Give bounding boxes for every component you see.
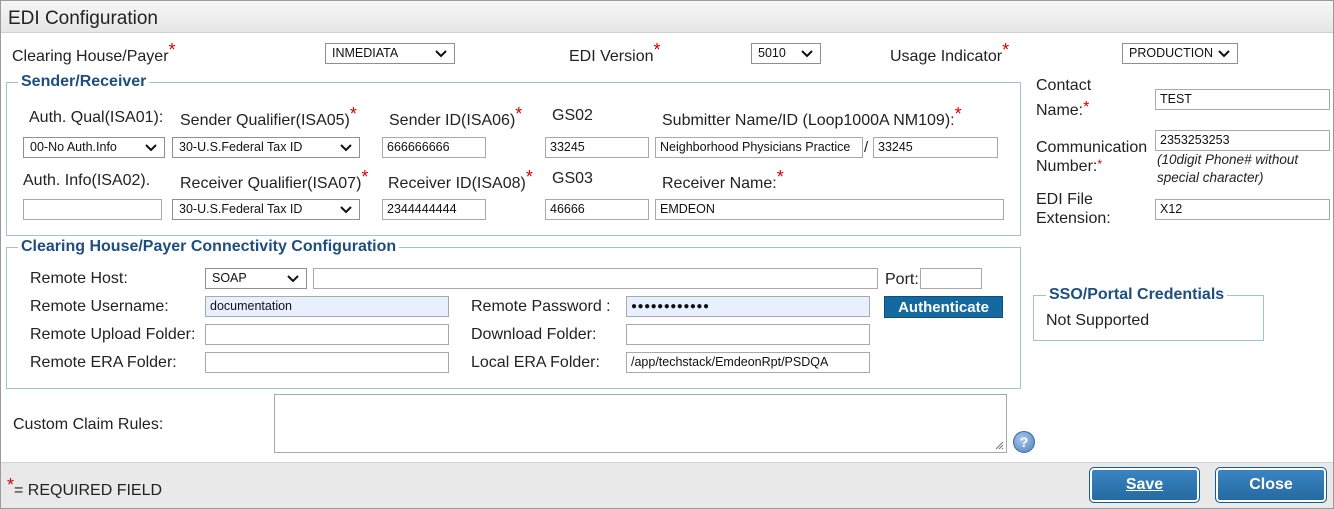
footer-bar: *= REQUIRED FIELD Save Close (1, 462, 1333, 508)
authenticate-button[interactable]: Authenticate (884, 296, 1003, 318)
edi-version-select[interactable]: 5010 (751, 43, 821, 64)
port-label: Port: (885, 271, 919, 288)
sender-id-label: Sender ID(ISA06)* (389, 104, 523, 129)
usage-indicator-label: Usage Indicator* (890, 40, 1010, 65)
remote-host-type-select[interactable]: SOAP (205, 268, 307, 289)
chevron-down-icon (145, 144, 157, 152)
required-field-note: *= REQUIRED FIELD (7, 475, 163, 499)
local-era-folder-input[interactable]: /app/techstack/EmdeonRpt/PSDQA (626, 352, 870, 373)
help-icon[interactable]: ? (1013, 431, 1035, 453)
chevron-down-icon (1218, 50, 1230, 58)
clearing-house-select[interactable]: INMEDIATA (325, 43, 455, 64)
remote-username-label: Remote Username: (30, 298, 169, 315)
contact-name-label-line2: Name:* (1036, 99, 1090, 119)
remote-host-input[interactable] (313, 268, 878, 289)
edi-version-label: EDI Version* (569, 40, 661, 65)
title-bar: EDI Configuration (1, 1, 1333, 33)
gs02-label: GS02 (552, 107, 593, 124)
chevron-down-icon (287, 275, 299, 283)
remote-username-input[interactable]: documentation (205, 296, 449, 317)
contact-name-label-line1: Contact (1036, 77, 1092, 94)
communication-number-input[interactable]: 2353253253 (1155, 130, 1330, 151)
sender-receiver-legend: Sender/Receiver (18, 73, 150, 91)
remote-era-folder-input[interactable] (205, 352, 449, 373)
auth-info-input[interactable] (23, 199, 162, 220)
remote-password-input[interactable]: ●●●●●●●●●●●● (626, 296, 870, 317)
auth-info-label: Auth. Info(ISA02). (23, 172, 151, 189)
sender-qualifier-select[interactable]: 30-U.S.Federal Tax ID (172, 137, 360, 158)
usage-indicator-select[interactable]: PRODUCTION (1122, 43, 1238, 64)
custom-claim-rules-label: Custom Claim Rules: (13, 416, 164, 433)
receiver-name-label: Receiver Name:* (662, 167, 784, 192)
custom-claim-rules-textarea[interactable] (274, 394, 1007, 453)
connectivity-legend: Clearing House/Payer Connectivity Config… (18, 238, 400, 256)
download-folder-input[interactable] (626, 324, 870, 345)
chevron-down-icon (801, 50, 813, 58)
chevron-down-icon (435, 50, 447, 58)
communication-hint-line2: special character) (1157, 170, 1264, 185)
receiver-name-input[interactable]: EMDEON (655, 199, 1004, 220)
auth-qual-select[interactable]: 00-No Auth.Info (23, 137, 165, 158)
local-era-folder-label: Local ERA Folder: (471, 354, 600, 371)
receiver-id-input[interactable]: 2344444444 (382, 199, 486, 220)
remote-upload-folder-input[interactable] (205, 324, 449, 345)
close-button[interactable]: Close (1215, 467, 1327, 503)
receiver-id-label: Receiver ID(ISA08)* (388, 167, 533, 192)
dialog-title: EDI Configuration (8, 8, 158, 29)
submitter-separator: / (864, 139, 869, 156)
submitter-label: Submitter Name/ID (Loop1000A NM109):* (662, 104, 962, 129)
edi-file-extension-input[interactable]: X12 (1155, 199, 1330, 220)
save-button[interactable]: Save (1089, 467, 1200, 503)
submitter-name-input[interactable]: Neighborhood Physicians Practice (655, 137, 863, 158)
gs02-input[interactable]: 33245 (545, 137, 649, 158)
remote-host-label: Remote Host: (30, 270, 128, 287)
port-input[interactable] (920, 268, 982, 289)
sso-legend: SSO/Portal Credentials (1046, 286, 1228, 304)
chevron-down-icon (340, 144, 352, 152)
chevron-down-icon (340, 206, 352, 214)
receiver-qualifier-label: Receiver Qualifier(ISA07)* (180, 167, 369, 192)
resize-grip-icon[interactable] (994, 440, 1004, 450)
communication-number-label-line1: Communication (1036, 139, 1148, 156)
auth-qual-label: Auth. Qual(ISA01): (29, 109, 164, 126)
remote-password-label: Remote Password : (471, 298, 611, 315)
gs03-input[interactable]: 46666 (545, 199, 649, 220)
receiver-qualifier-select[interactable]: 30-U.S.Federal Tax ID (172, 199, 360, 220)
download-folder-label: Download Folder: (471, 326, 597, 343)
communication-number-label-line2: Number:* (1036, 157, 1103, 175)
gs03-label: GS03 (552, 170, 593, 187)
clearing-house-label: Clearing House/Payer* (12, 40, 176, 65)
remote-upload-folder-label: Remote Upload Folder: (30, 326, 196, 343)
sender-qualifier-label: Sender Qualifier(ISA05)* (180, 104, 357, 129)
submitter-id-input[interactable]: 33245 (873, 137, 998, 158)
communication-hint-line1: (10digit Phone# without (1157, 152, 1299, 167)
remote-era-folder-label: Remote ERA Folder: (30, 354, 177, 371)
edi-file-extension-label-line1: EDI File (1036, 191, 1093, 208)
contact-name-input[interactable]: TEST (1155, 89, 1330, 110)
edi-file-extension-label-line2: Extension: (1036, 210, 1111, 227)
sso-status: Not Supported (1046, 312, 1150, 329)
sender-id-input[interactable]: 666666666 (382, 137, 486, 158)
